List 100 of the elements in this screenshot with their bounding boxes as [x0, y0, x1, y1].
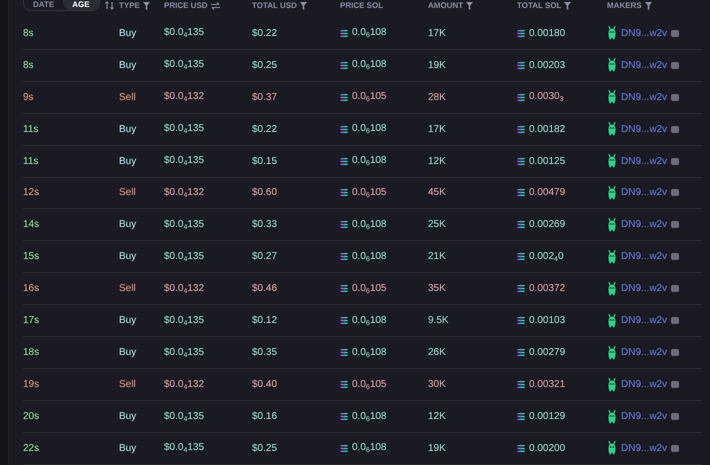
maker-link[interactable]: DN9...w2v [621, 92, 668, 103]
alien-icon [607, 410, 617, 424]
age-text: 12s [23, 187, 40, 198]
age-text: 20s [23, 411, 40, 422]
amount-text: 25K [428, 219, 447, 230]
total-usd-text: $0.40 [252, 379, 278, 390]
maker-link[interactable]: DN9...w2v [621, 187, 668, 198]
price-usd-text: $0.0$_{4}$135 [164, 155, 206, 168]
trade-type: Buy [119, 315, 138, 326]
amount-text: 28K [428, 92, 447, 103]
total-usd-text: $0.22 [252, 124, 278, 135]
maker-link[interactable]: DN9...w2v [621, 251, 668, 262]
total-usd-text: $0.15 [252, 156, 278, 167]
maker-link[interactable]: DN9...w2v [621, 411, 668, 422]
total-usd-text: $0.12 [252, 315, 278, 326]
filter-icon[interactable] [564, 2, 572, 10]
price-usd-text: $0.0$_{4}$135 [164, 218, 206, 231]
total-sol-text: 0.0030$_{3}$ [529, 91, 564, 104]
price-usd-text: $0.0$_{4}$135 [164, 410, 206, 423]
solana-icon [517, 62, 525, 69]
filter-icon[interactable] [466, 2, 474, 10]
solana-icon [517, 413, 525, 420]
total-sol-text: 0.00129 [529, 411, 566, 422]
trade-type: Buy [119, 442, 138, 454]
total-sol-text: 0.00279 [529, 347, 566, 358]
filter-icon[interactable] [300, 2, 307, 10]
age-text: 22s [23, 442, 40, 454]
column-header: AMOUNT [428, 1, 464, 10]
maker-link[interactable]: DN9...w2v [621, 28, 668, 39]
filter-icon[interactable] [644, 2, 652, 10]
wallet-icon[interactable] [671, 413, 680, 420]
trade-type: Buy [119, 347, 138, 358]
total-usd-text: $0.25 [252, 60, 278, 71]
wallet-icon[interactable] [671, 189, 680, 196]
alien-icon [607, 346, 617, 360]
wallet-icon[interactable] [671, 285, 680, 292]
trade-type: Buy [119, 156, 138, 167]
wallet-icon[interactable] [671, 221, 680, 228]
maker-link[interactable]: DN9...w2v [621, 124, 668, 135]
solana-icon [340, 285, 348, 292]
amount-text: 26K [428, 347, 447, 358]
solana-icon [340, 381, 348, 388]
maker-link[interactable]: DN9...w2v [621, 442, 668, 454]
solana-icon [340, 444, 348, 452]
maker-link[interactable]: DN9...w2v [621, 315, 668, 326]
mode-tab[interactable]: DATE [24, 0, 64, 10]
price-sol-text: 0.0$_{6}$108 [352, 442, 386, 454]
wallet-icon[interactable] [671, 317, 680, 324]
price-sol-text: 0.0$_{6}$108 [352, 155, 386, 168]
trade-type: Sell [119, 187, 137, 198]
maker-link[interactable]: DN9...w2v [621, 283, 668, 294]
trade-type: Buy [119, 411, 138, 422]
swap-icon[interactable] [210, 2, 220, 10]
solana-icon [340, 94, 348, 101]
wallet-icon[interactable] [671, 253, 680, 260]
wallet-icon[interactable] [671, 126, 680, 133]
solana-icon [340, 413, 348, 420]
solana-icon [340, 30, 348, 37]
price-sol-text: 0.0$_{6}$105 [352, 186, 386, 199]
solana-icon [517, 189, 525, 196]
maker-link[interactable]: DN9...w2v [621, 379, 668, 390]
price-usd-text: $0.0$_{4}$135 [164, 314, 206, 327]
solana-icon [340, 317, 348, 324]
alien-icon [607, 58, 617, 72]
price-sol-text: 0.0$_{6}$108 [352, 123, 386, 136]
price-usd-text: $0.0$_{4}$135 [164, 442, 206, 454]
price-usd-text: $0.0$_{4}$132 [164, 378, 206, 391]
filter-icon[interactable] [142, 2, 150, 10]
wallet-icon[interactable] [671, 62, 680, 69]
maker-link[interactable]: DN9...w2v [621, 347, 668, 358]
solana-icon [340, 126, 348, 133]
price-sol-text: 0.0$_{6}$108 [352, 314, 386, 327]
price-usd-text: $0.0$_{4}$135 [164, 250, 206, 263]
maker-link[interactable]: DN9...w2v [621, 60, 668, 71]
wallet-icon[interactable] [671, 381, 680, 388]
price-sol-text: 0.0$_{6}$105 [352, 91, 386, 104]
alien-icon [607, 250, 617, 264]
wallet-icon[interactable] [671, 94, 680, 101]
maker-link[interactable]: DN9...w2v [621, 219, 668, 230]
age-text: 19s [23, 379, 40, 390]
solana-icon [517, 317, 525, 324]
wallet-icon[interactable] [671, 349, 680, 356]
price-sol-text: 0.0$_{6}$108 [352, 346, 386, 359]
amount-text: 9.5K [428, 315, 450, 326]
wallet-icon[interactable] [671, 158, 680, 165]
trade-type: Sell [119, 379, 137, 390]
alien-icon [607, 378, 617, 392]
age-text: 8s [23, 28, 35, 39]
amount-text: 19K [428, 442, 447, 454]
wallet-icon[interactable] [671, 444, 680, 452]
age-text: 11s [23, 156, 40, 167]
total-sol-text: 0.00200 [529, 442, 566, 454]
total-sol-text: 0.00180 [529, 28, 566, 39]
mode-tab[interactable]: AGE [63, 0, 99, 10]
total-sol-text: 0.00372 [529, 283, 566, 294]
wallet-icon[interactable] [671, 30, 680, 37]
sort-icon[interactable] [104, 1, 114, 10]
column-header: PRICE SOL [340, 1, 384, 10]
solana-icon [340, 189, 348, 196]
maker-link[interactable]: DN9...w2v [621, 156, 668, 167]
